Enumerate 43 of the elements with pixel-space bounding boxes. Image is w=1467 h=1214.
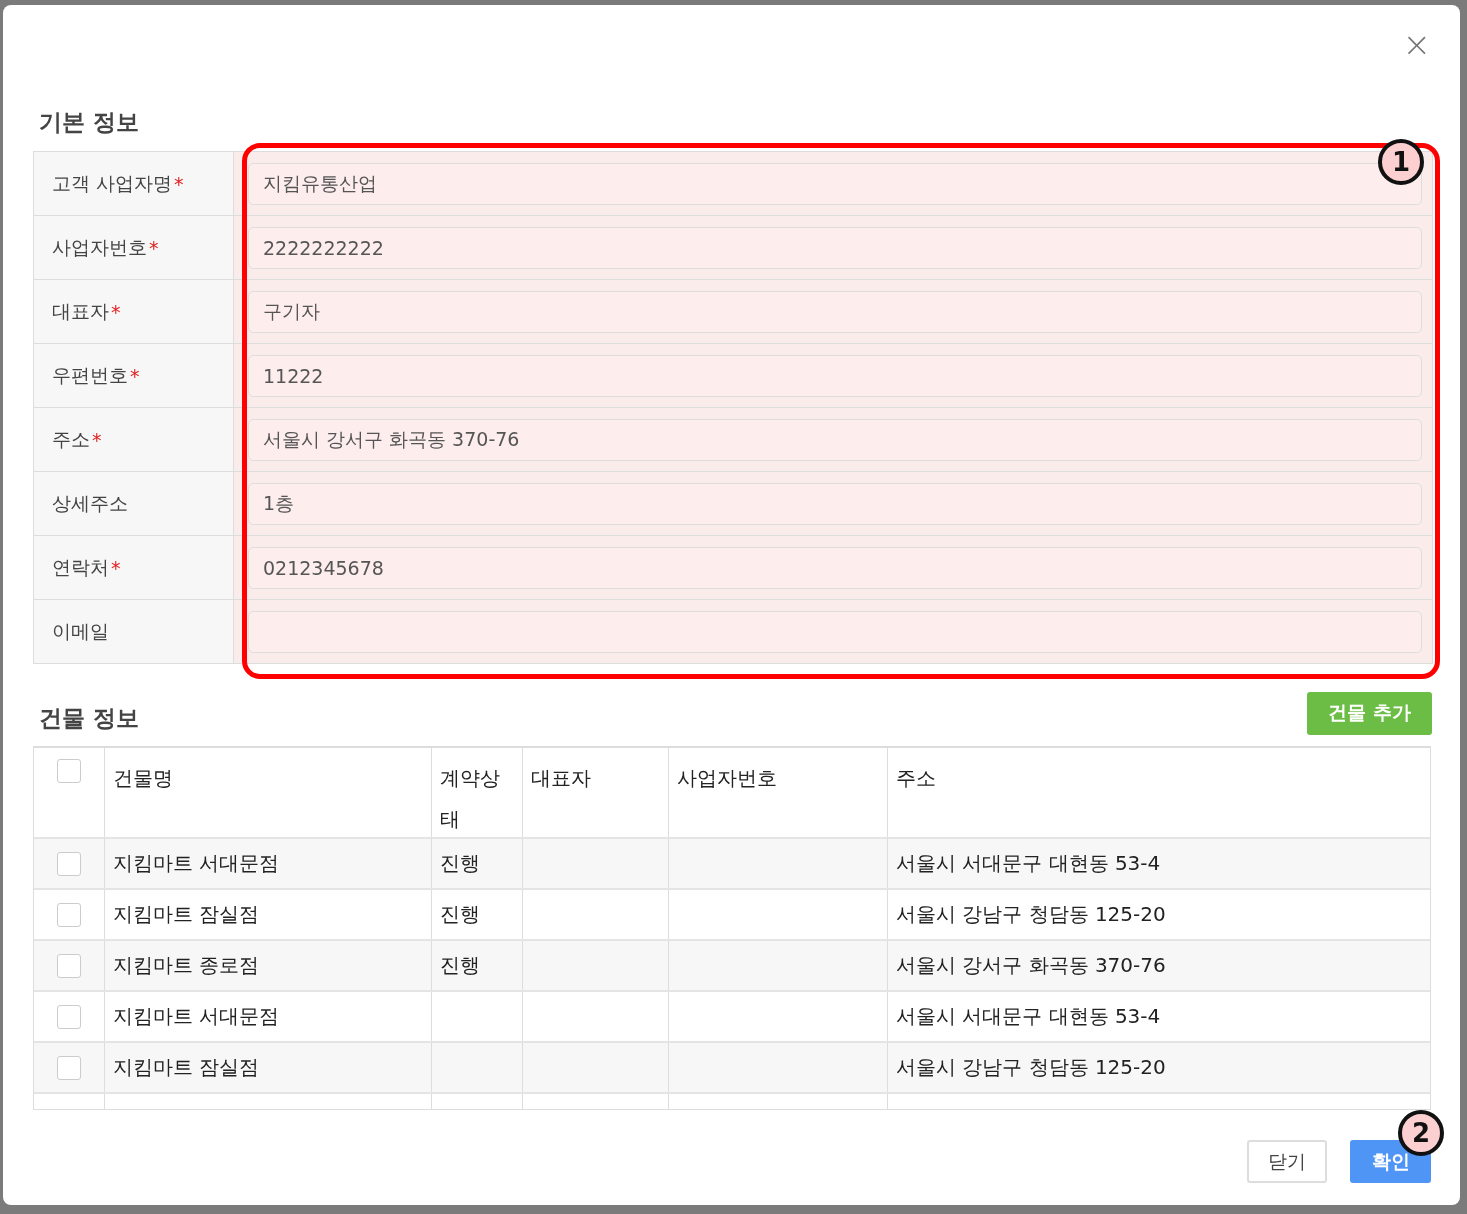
section-title: 기본 정보	[38, 108, 140, 137]
column-header: 대표자	[531, 765, 592, 792]
table-cell: 지킴마트 서대문점	[112, 1003, 280, 1030]
field-label: 고객 사업자명*	[34, 152, 234, 215]
table-cell: 진행	[440, 901, 481, 928]
field-label: 상세주소	[34, 472, 234, 535]
table-cell: 서울시 서대문구 대현동 53-4	[895, 850, 1161, 877]
input-field[interactable]: 구기자	[248, 290, 1422, 333]
input-field[interactable]: 서울시 강서구 화곡동 370-76	[248, 418, 1422, 461]
column-header: 계약상태	[440, 765, 502, 833]
checkbox[interactable]	[56, 953, 81, 978]
checkbox[interactable]	[56, 851, 81, 876]
column-header: 사업자번호	[677, 765, 778, 792]
table-cell: 서울시 강남구 청담동 125-20	[895, 1054, 1166, 1081]
field-label: 주소*	[34, 408, 234, 471]
table-cell: 서울시 강서구 화곡동 370-76	[895, 952, 1166, 979]
checkbox[interactable]	[56, 759, 81, 783]
table-cell: 지킴마트 잠실점	[112, 901, 260, 928]
section-title: 건물 정보	[38, 703, 139, 733]
table-cell: 진행	[440, 850, 481, 877]
table-cell: 서울시 서대문구 대현동 53-4	[895, 1003, 1161, 1030]
table-cell: 지킴마트 서대문점	[112, 850, 280, 877]
input-field[interactable]: 1층	[248, 482, 1422, 525]
input-field[interactable]: 2222222222	[248, 226, 1422, 269]
input-field[interactable]: 0212345678	[248, 546, 1422, 589]
column-header: 주소	[895, 765, 936, 792]
field-label: 우편번호*	[34, 344, 234, 407]
input-field[interactable]	[248, 610, 1422, 653]
close-button[interactable]: 닫기	[1247, 1140, 1327, 1183]
close-button[interactable]: ×	[1398, 27, 1435, 61]
checkbox[interactable]	[56, 1055, 81, 1080]
input-field[interactable]: 11222	[248, 354, 1422, 397]
table-cell: 지킴마트 종로점	[112, 952, 260, 979]
table-cell: 지킴마트 잠실점	[112, 1054, 260, 1081]
field-label: 대표자*	[34, 280, 234, 343]
field-label: 사업자번호*	[34, 216, 234, 279]
column-header: 건물명	[112, 765, 173, 792]
checkbox[interactable]	[56, 1004, 81, 1029]
table-cell: 진행	[440, 952, 481, 979]
field-label: 이메일	[34, 600, 234, 663]
field-label: 연락처*	[34, 536, 234, 599]
checkbox[interactable]	[56, 902, 81, 927]
table-cell: 서울시 강남구 청담동 125-20	[895, 901, 1166, 928]
